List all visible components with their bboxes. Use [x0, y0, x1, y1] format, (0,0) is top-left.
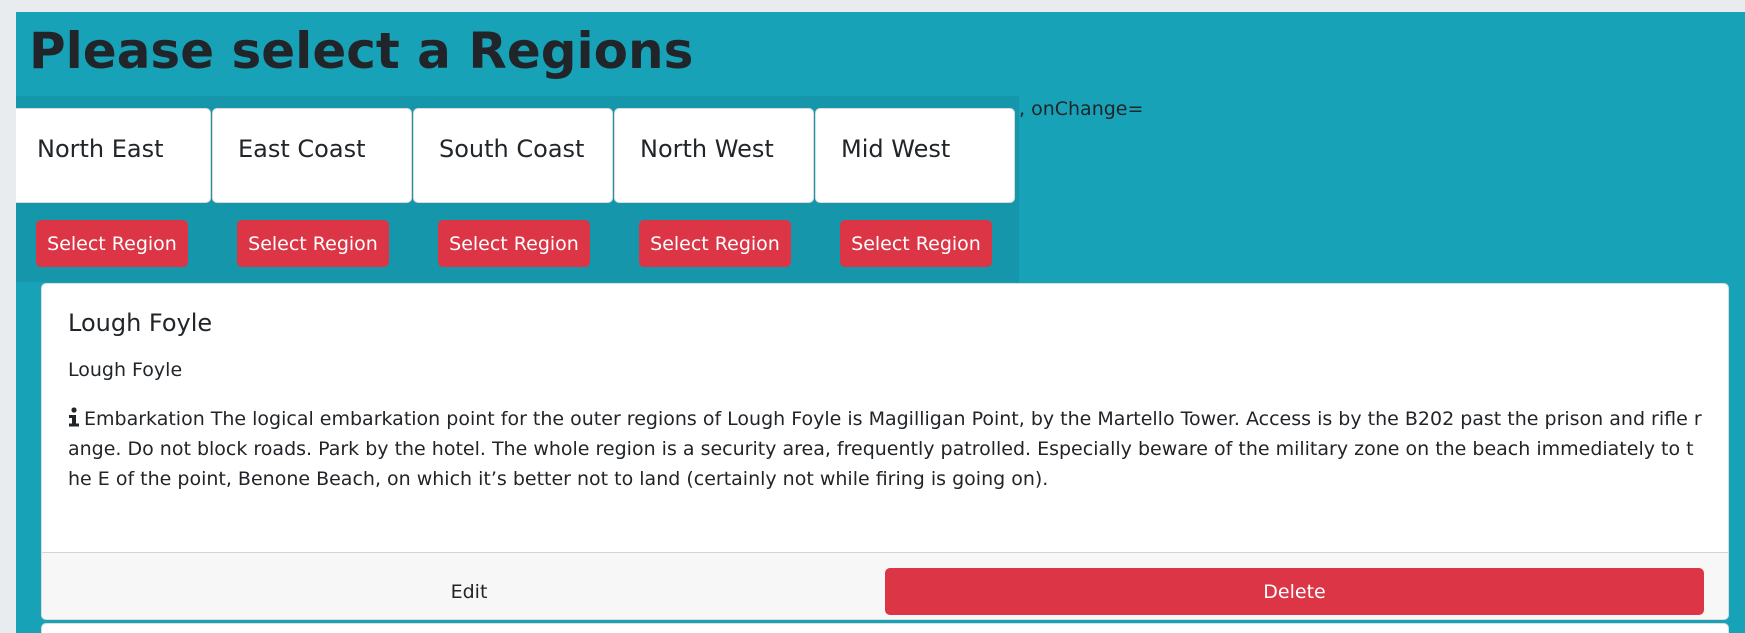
- region-card-north-west: North West: [614, 108, 814, 203]
- region-card-east-coast: East Coast: [212, 108, 412, 203]
- select-region-button-north-east[interactable]: Select Region: [36, 220, 188, 267]
- page-background: Please select a Regions , onChange= Nort…: [16, 12, 1745, 633]
- entry-card: Lough Foyle Lough Foyle Embarkation The …: [41, 283, 1729, 620]
- stray-text: , onChange=: [1019, 98, 1144, 120]
- select-region-button-mid-west[interactable]: Select Region: [840, 220, 992, 267]
- edit-button[interactable]: Edit: [56, 568, 882, 615]
- delete-button[interactable]: Delete: [885, 568, 1704, 615]
- info-icon: [69, 407, 79, 427]
- region-card-south-coast: South Coast: [413, 108, 613, 203]
- select-region-button-north-west[interactable]: Select Region: [639, 220, 791, 267]
- region-title: North East: [37, 135, 164, 163]
- entry-description: Embarkation The logical embarkation poin…: [68, 404, 1704, 494]
- next-entry-card: [41, 623, 1729, 633]
- select-region-button-south-coast[interactable]: Select Region: [438, 220, 590, 267]
- region-title: Mid West: [841, 135, 951, 163]
- region-card-north-east: North East: [16, 108, 211, 203]
- entry-text: Embarkation The logical embarkation poin…: [68, 408, 1702, 490]
- region-card-deck: North East East Coast South Coast North …: [16, 96, 1019, 282]
- entry-card-footer: Edit Delete: [42, 552, 1728, 619]
- region-title: North West: [640, 135, 774, 163]
- region-title: East Coast: [238, 135, 366, 163]
- region-title: South Coast: [439, 135, 585, 163]
- select-region-button-east-coast[interactable]: Select Region: [237, 220, 389, 267]
- page-title: Please select a Regions: [29, 22, 694, 80]
- entry-title: Lough Foyle: [68, 309, 213, 337]
- entry-subtitle: Lough Foyle: [68, 359, 183, 381]
- region-card-mid-west: Mid West: [815, 108, 1015, 203]
